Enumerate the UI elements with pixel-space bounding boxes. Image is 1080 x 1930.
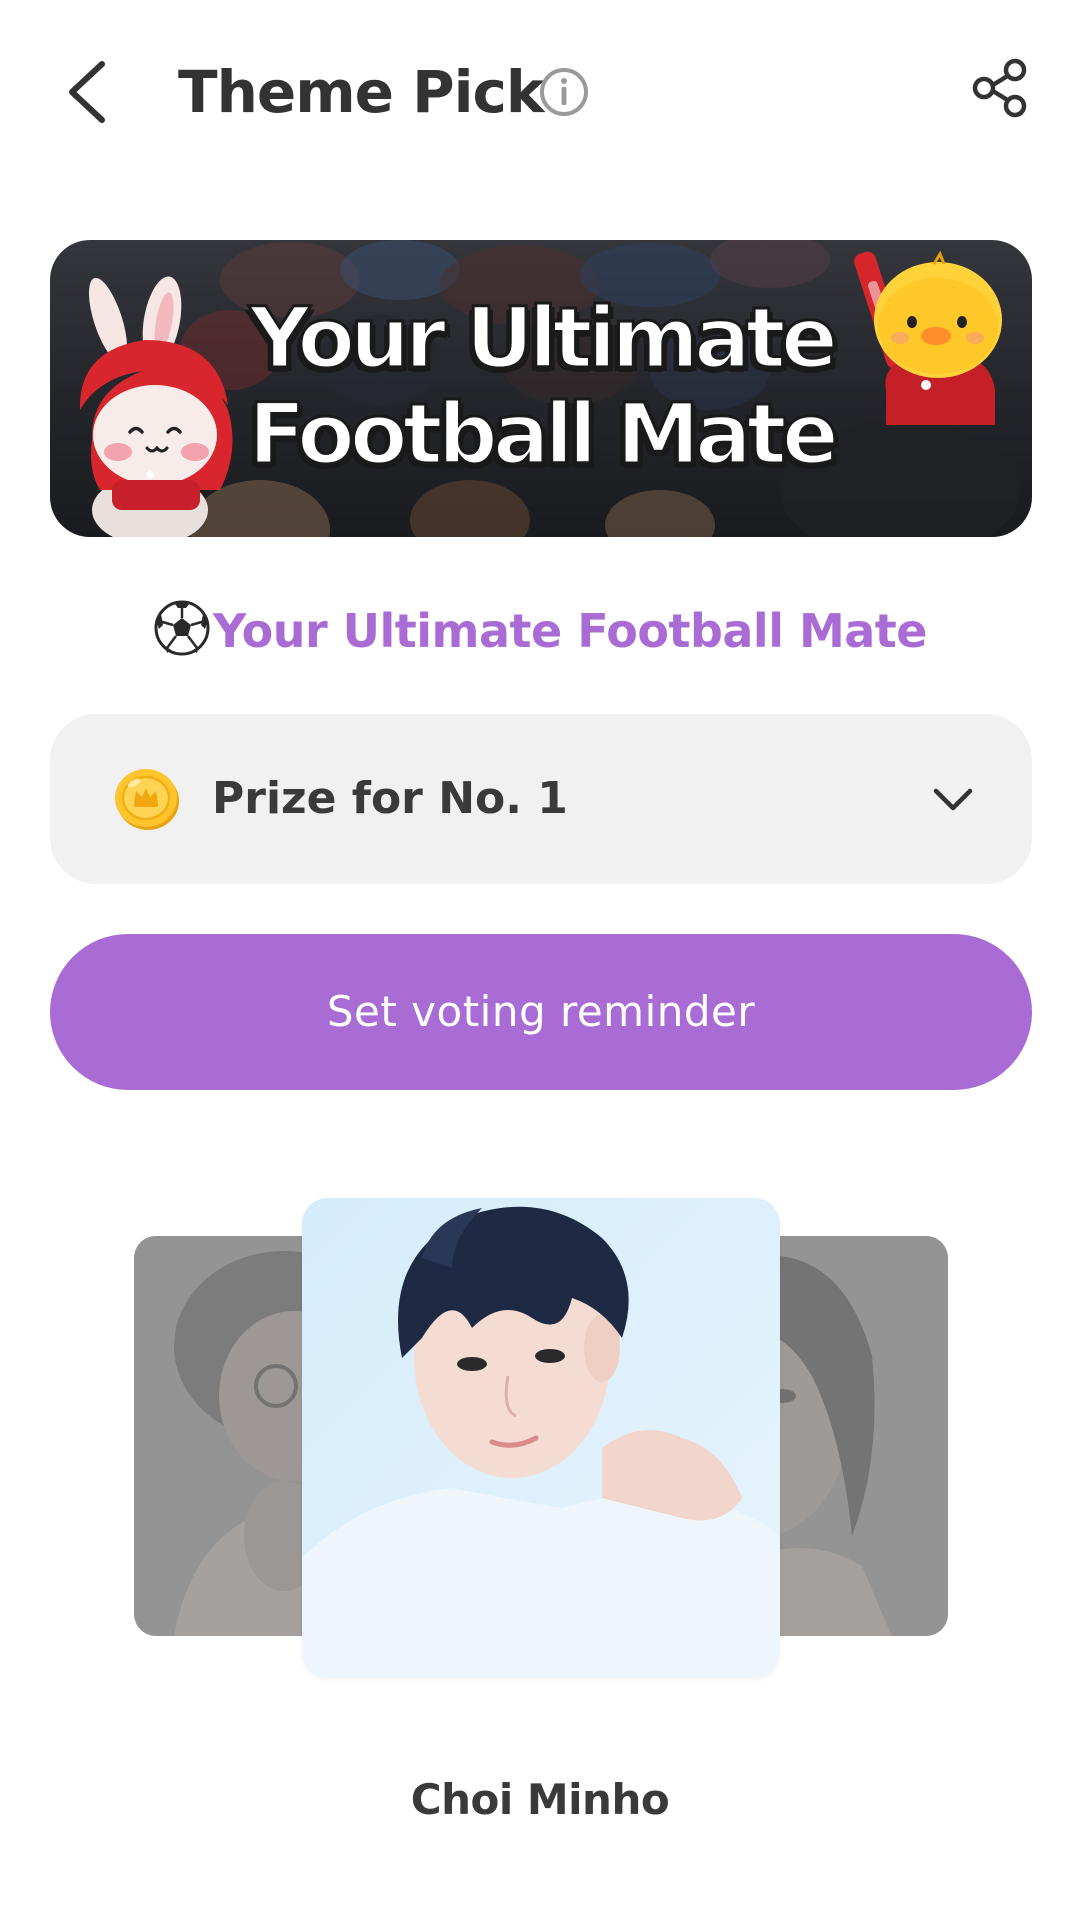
top-app-bar: Theme Pick — [0, 0, 1080, 185]
banner-title: Your Ultimate Football Mate — [200, 289, 882, 484]
chevron-down-icon — [933, 788, 973, 811]
info-button[interactable] — [538, 66, 590, 118]
share-button[interactable] — [968, 56, 1032, 120]
page-title: Theme Pick — [178, 58, 544, 126]
candidate-card-selected[interactable] — [302, 1198, 780, 1678]
soccer-ball-icon — [154, 600, 210, 656]
chevron-left-icon — [69, 61, 105, 123]
banner-title-line1: Your Ultimate — [248, 289, 840, 388]
share-icon — [972, 58, 1027, 118]
candidate-photo-next — [752, 1236, 948, 1636]
banner-title-line2: Football Mate — [247, 385, 841, 484]
candidate-photo — [302, 1198, 780, 1678]
back-button[interactable] — [58, 56, 118, 128]
prize-dropdown[interactable]: Prize for No. 1 — [50, 714, 1032, 884]
prize-label: Prize for No. 1 — [212, 773, 568, 824]
theme-subtitle: Your Ultimate Football Mate — [0, 596, 1080, 666]
candidate-carousel[interactable] — [0, 1180, 1080, 1710]
coin-icon — [115, 769, 179, 830]
candidate-name: Choi Minho — [410, 1775, 670, 1824]
candidate-card-next[interactable] — [752, 1236, 948, 1636]
info-icon — [540, 68, 588, 116]
subtitle-text: Your Ultimate Football Mate — [213, 604, 927, 658]
theme-banner: Your Ultimate Football Mate — [50, 240, 1032, 537]
set-voting-reminder-button[interactable]: Set voting reminder — [50, 934, 1032, 1090]
